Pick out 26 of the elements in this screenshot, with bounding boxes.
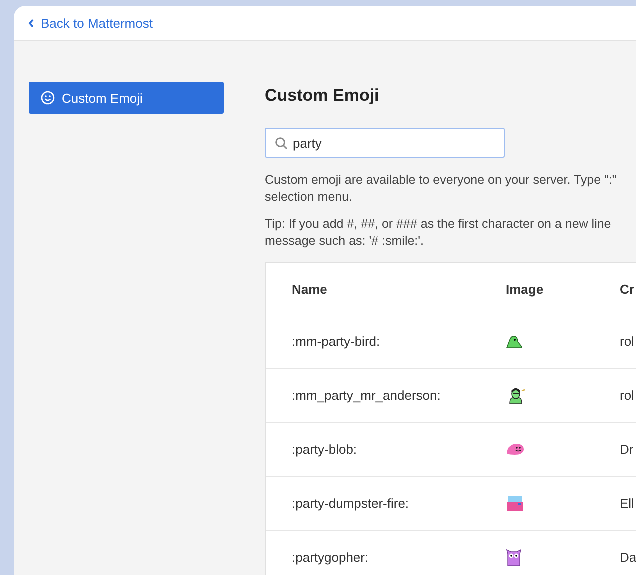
- smiley-icon: [41, 91, 55, 105]
- tip-text: message such as: '# :smile:'.: [265, 233, 424, 250]
- description-text: Custom emoji are available to everyone on your server. Type ":": [265, 172, 617, 189]
- column-header: Image: [506, 282, 544, 296]
- back-link[interactable]: Back to Mattermost: [28, 16, 153, 30]
- creator-cell: Ell: [620, 496, 634, 511]
- sidebar-item[interactable]: Custom Emoji: [29, 82, 224, 114]
- dumpster-emoji-icon: [506, 495, 524, 512]
- emoji-name: :party-dumpster-fire:: [292, 496, 410, 511]
- column-header: Cr: [620, 282, 634, 296]
- description-text: selection menu.: [265, 189, 353, 206]
- emoji-name: :mm-party-bird:: [292, 334, 380, 349]
- blob-emoji-icon: [506, 443, 525, 456]
- gopher-emoji-icon: [506, 548, 522, 566]
- creator-cell: rol: [620, 388, 634, 403]
- bird-emoji-icon: [506, 334, 523, 348]
- creator-cell: Dr: [620, 442, 634, 457]
- creator-cell: rol: [620, 334, 634, 349]
- search-field[interactable]: party: [265, 128, 505, 158]
- tip-text: Tip: If you add #, ##, or ### as the first character on a new line: [265, 216, 612, 233]
- emoji-name: :partygopher:: [292, 550, 369, 565]
- chevron-left-icon: [28, 18, 35, 28]
- emoji-name: :party-blob:: [292, 442, 358, 457]
- emoji-name: :mm_party_mr_anderson:: [292, 388, 441, 403]
- column-header: Name: [292, 282, 328, 296]
- page-title: Custom Emoji: [265, 86, 380, 107]
